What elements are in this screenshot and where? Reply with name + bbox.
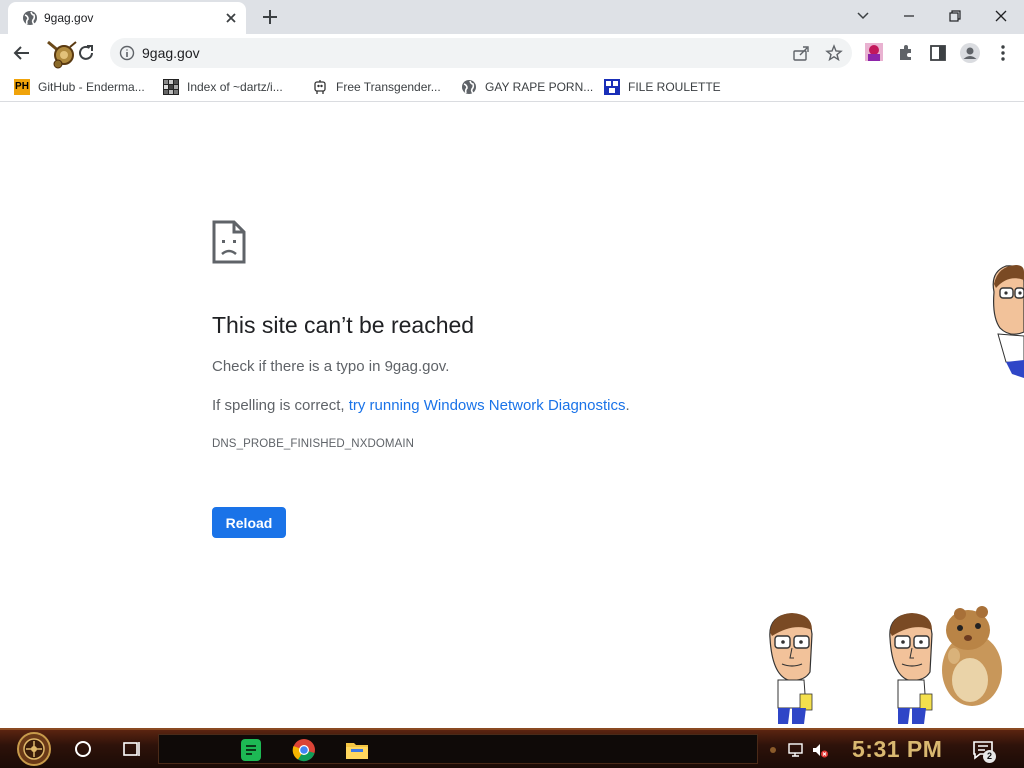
- browser-toolbar: 9gag.gov: [0, 34, 1024, 72]
- hamster-icon: [942, 606, 1002, 706]
- bookmark-item[interactable]: GAY RAPE PORN...: [461, 76, 593, 98]
- sad-document-icon: [212, 220, 246, 264]
- error-typo-hint: Check if there is a typo in 9gag.gov.: [212, 358, 450, 375]
- restore-icon[interactable]: [947, 8, 963, 24]
- bookmark-item[interactable]: Index of ~dartz/i...: [163, 76, 283, 98]
- bookmark-label: Free Transgender...: [336, 80, 441, 94]
- extensions-puzzle-icon[interactable]: [896, 43, 916, 63]
- diagnostics-suffix: .: [625, 397, 630, 414]
- error-title: This site can’t be reached: [212, 312, 475, 338]
- share-icon[interactable]: [792, 44, 810, 62]
- cartoon-character-partial-icon: [992, 265, 1024, 378]
- close-window-icon[interactable]: [993, 8, 1009, 24]
- browser-tab[interactable]: 9gag.gov: [8, 2, 246, 34]
- reload-button[interactable]: Reload: [212, 507, 286, 538]
- bookmark-label: FILE ROULETTE: [628, 80, 721, 94]
- profile-avatar-icon[interactable]: [959, 42, 981, 64]
- film-icon: [604, 79, 620, 95]
- cartoon-character-icon: [769, 613, 813, 724]
- taskbar: 5:31 PM 2: [0, 728, 1024, 768]
- mosaic-icon: [163, 79, 179, 95]
- more-menu-icon[interactable]: [993, 43, 1013, 63]
- back-arrow-icon[interactable]: [12, 43, 32, 63]
- bookmark-item[interactable]: Free Transgender...: [312, 76, 441, 98]
- start-button-icon[interactable]: [12, 732, 56, 766]
- site-info-icon[interactable]: [119, 45, 135, 61]
- bookmark-label: GAY RAPE PORN...: [485, 80, 594, 94]
- tab-title: 9gag.gov: [44, 11, 94, 25]
- taskbar-clock[interactable]: 5:31 PM: [852, 736, 942, 763]
- diagnostics-link[interactable]: try running Windows Network Diagnostics: [349, 397, 626, 414]
- close-tab-icon[interactable]: [223, 10, 239, 26]
- notification-count-badge: 2: [983, 750, 996, 763]
- steampunk-cursor-icon: [47, 40, 77, 69]
- network-icon[interactable]: [787, 741, 805, 759]
- reload-icon[interactable]: [76, 43, 96, 63]
- bookmark-item[interactable]: PH GitHub - Enderma...: [14, 76, 145, 98]
- bookmarks-bar: PH GitHub - Enderma... Index of ~dartz/i…: [0, 72, 1024, 102]
- error-diagnostics-hint: If spelling is correct, try running Wind…: [212, 397, 630, 414]
- address-bar[interactable]: 9gag.gov: [110, 38, 852, 68]
- side-panel-icon[interactable]: [928, 43, 948, 63]
- extension-avatar-icon[interactable]: [864, 42, 884, 62]
- error-code: DNS_PROBE_FINISHED_NXDOMAIN: [212, 438, 415, 450]
- bookmark-label: GitHub - Enderma...: [38, 80, 145, 94]
- task-view-icon[interactable]: [120, 738, 142, 760]
- tray-chevron-icon[interactable]: [768, 741, 778, 759]
- url-text[interactable]: 9gag.gov: [142, 45, 200, 61]
- ph-icon: PH: [14, 79, 30, 95]
- chrome-icon[interactable]: [292, 738, 316, 762]
- tab-search-chevron-icon[interactable]: [855, 8, 871, 24]
- bookmark-item[interactable]: FILE ROULETTE: [604, 76, 721, 98]
- robot-icon: [314, 80, 326, 94]
- search-circle-icon[interactable]: [72, 738, 94, 760]
- minimize-icon[interactable]: [901, 8, 917, 24]
- tab-strip: 9gag.gov: [0, 0, 1024, 34]
- globe-icon: [23, 11, 37, 25]
- bookmark-label: Index of ~dartz/i...: [187, 80, 283, 94]
- notes-app-icon[interactable]: [239, 738, 263, 762]
- file-explorer-icon[interactable]: [345, 738, 369, 762]
- diagnostics-prefix: If spelling is correct,: [212, 397, 349, 414]
- bookmark-star-icon[interactable]: [825, 44, 843, 62]
- globe-icon: [462, 80, 476, 94]
- new-tab-icon[interactable]: [261, 8, 279, 26]
- volume-muted-icon[interactable]: [811, 741, 829, 759]
